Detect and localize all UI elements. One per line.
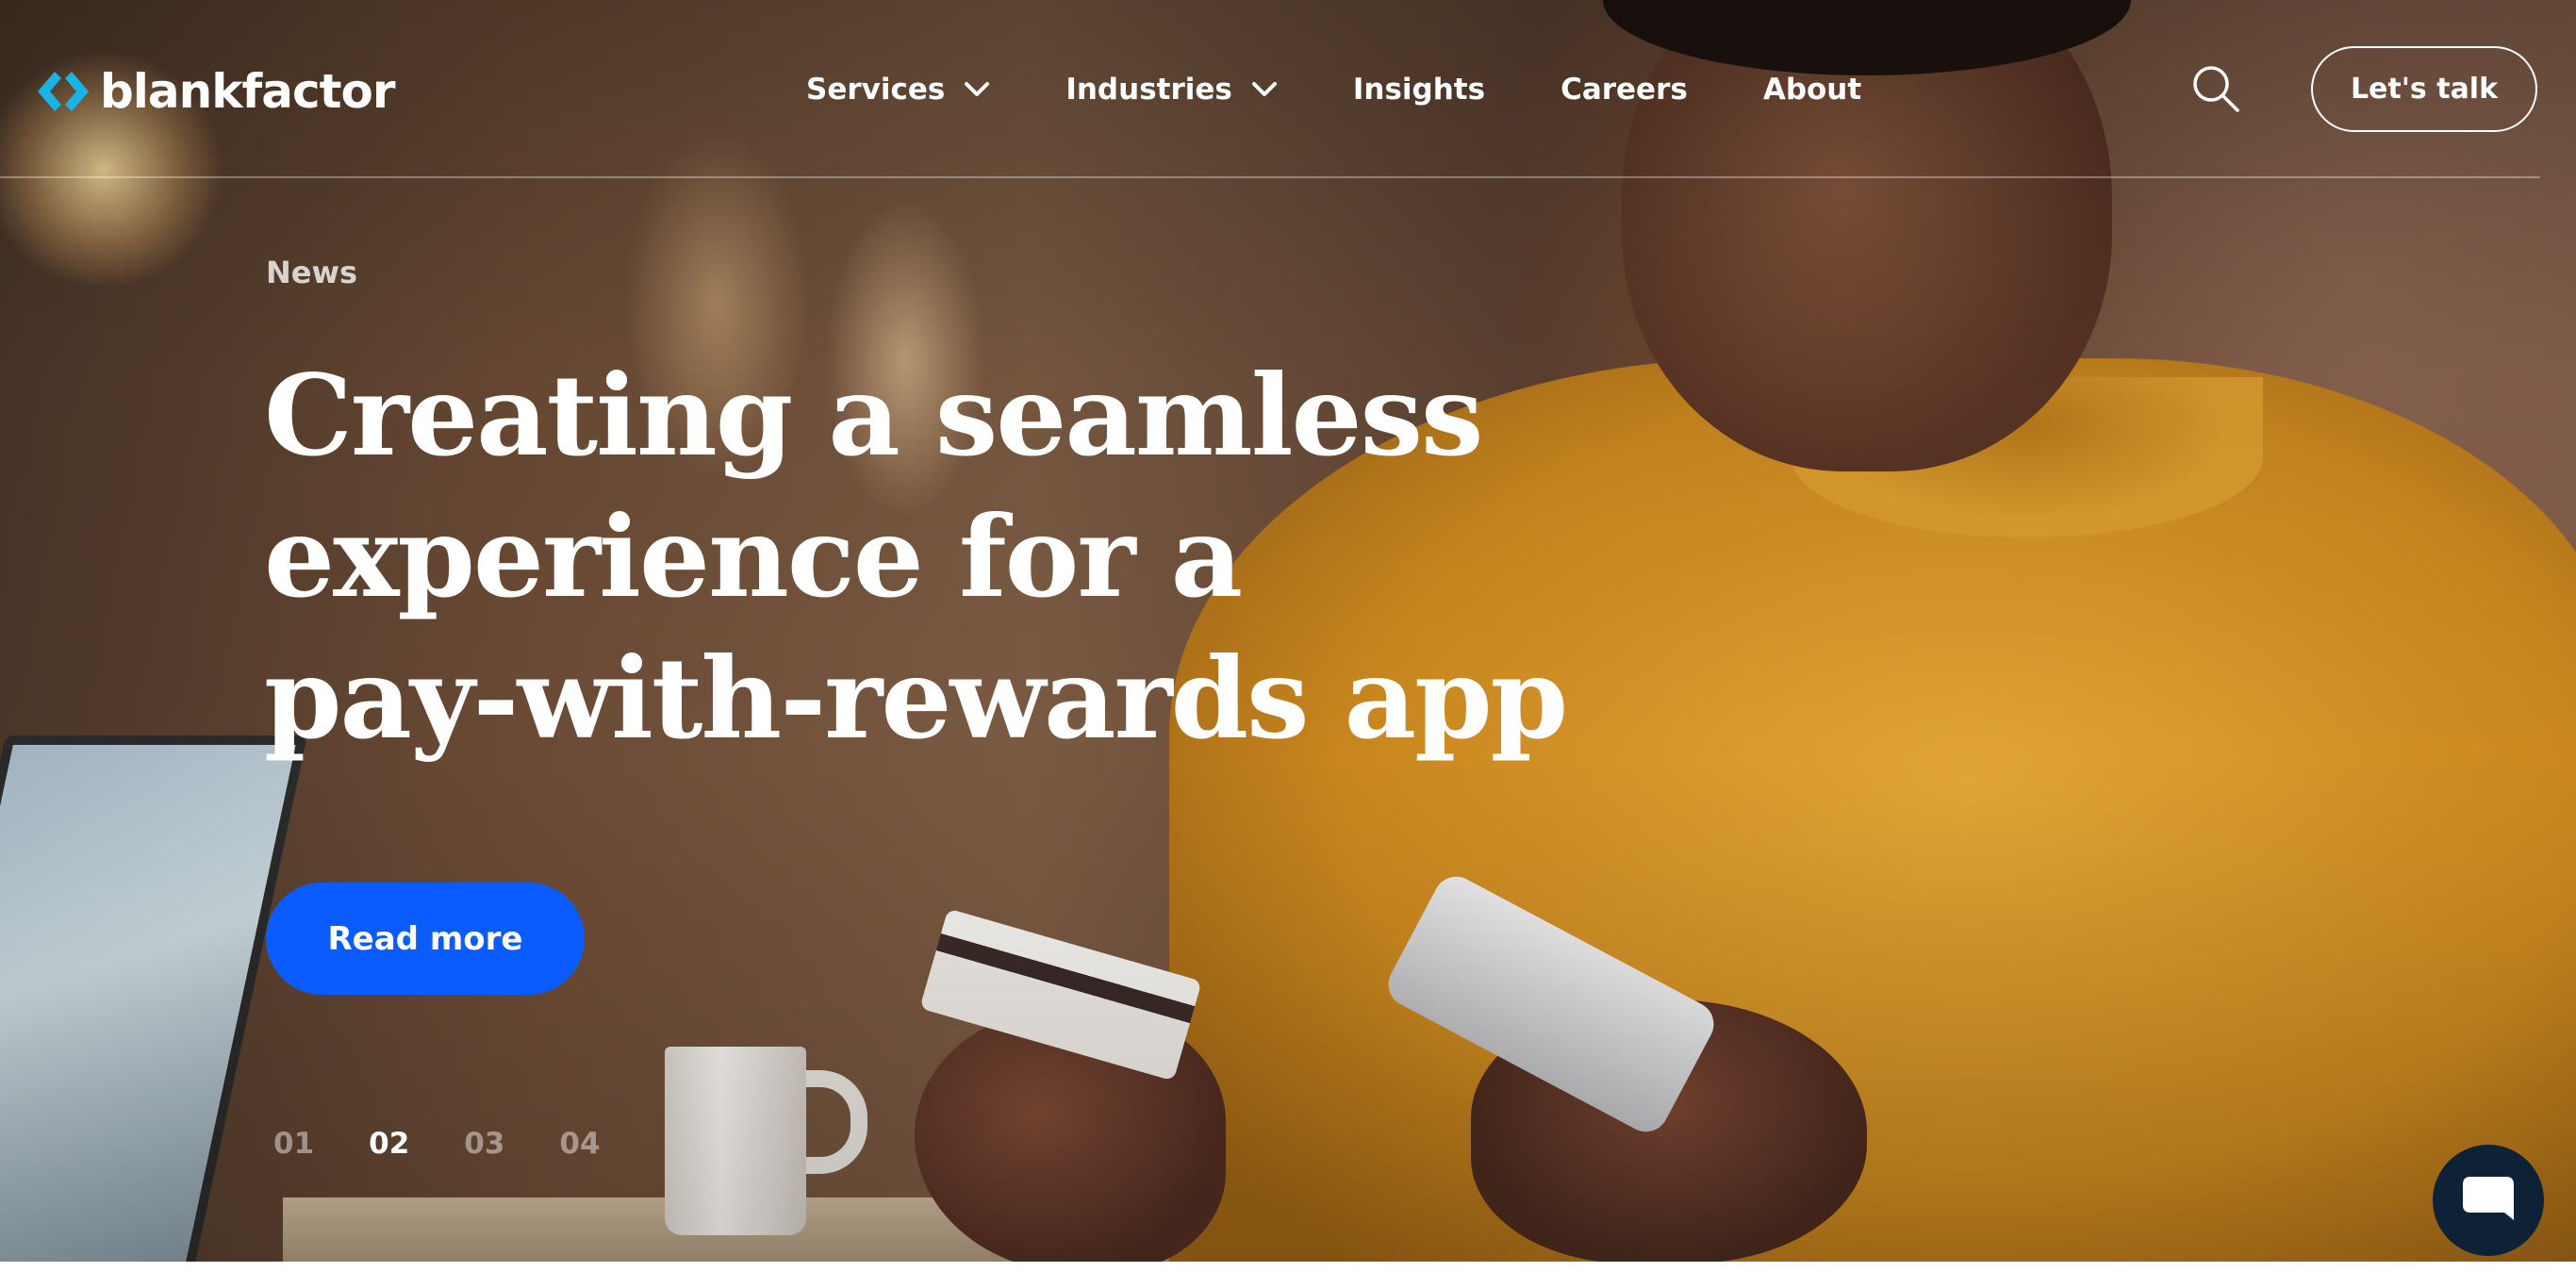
mug-handle-image — [792, 1070, 867, 1174]
logo-text: blankfactor — [100, 64, 396, 119]
brand-logo[interactable]: blankfactor — [36, 58, 396, 124]
hero-headline: Creating a seamless experience for a pay… — [264, 345, 1678, 769]
nav-item-careers[interactable]: Careers — [1560, 73, 1688, 107]
hand-image — [915, 1009, 1226, 1262]
nav-item-label: Industries — [1065, 73, 1232, 107]
read-more-button[interactable]: Read more — [266, 883, 585, 995]
hero-content: News Creating a seamless experience for … — [264, 255, 1678, 769]
nav-item-label: Services — [806, 73, 946, 107]
credit-card-image — [919, 908, 1202, 1082]
nav-item-label: Insights — [1352, 73, 1486, 107]
nav-item-label: Careers — [1560, 73, 1688, 107]
search-button[interactable] — [2189, 62, 2242, 115]
header-divider — [0, 176, 2540, 178]
headline-line: pay-with-rewards app — [264, 633, 1568, 764]
slide-pager: 01 02 03 04 — [273, 1127, 655, 1161]
collar-image — [1792, 377, 2263, 537]
search-icon — [2193, 66, 2239, 112]
chat-button[interactable] — [2433, 1145, 2544, 1256]
nav-item-label: About — [1762, 73, 1862, 107]
chevron-down-icon — [1251, 82, 1277, 96]
nav-item-industries[interactable]: Industries — [1065, 73, 1278, 107]
lets-talk-button[interactable]: Let's talk — [2311, 46, 2537, 132]
nav-item-services[interactable]: Services — [806, 73, 990, 107]
nav-item-insights[interactable]: Insights — [1353, 73, 1485, 107]
hand-image — [1471, 999, 1867, 1262]
chevron-down-icon — [965, 82, 990, 96]
pager-item-04[interactable]: 04 — [559, 1127, 600, 1161]
pager-item-03[interactable]: 03 — [464, 1127, 504, 1161]
mug-image — [665, 1047, 806, 1235]
headline-line: experience for a — [264, 491, 1243, 622]
nav-item-about[interactable]: About — [1763, 73, 1861, 107]
laptop-image — [0, 735, 307, 1262]
hero-eyebrow: News — [266, 255, 358, 290]
chat-bubble-icon — [2463, 1177, 2514, 1220]
pager-item-02[interactable]: 02 — [369, 1127, 409, 1161]
table-image — [283, 1197, 1603, 1262]
logo-mark-icon — [38, 72, 89, 111]
main-nav: Services Industries Insights Careers Abo… — [806, 64, 1861, 115]
phone-image — [1380, 868, 1722, 1140]
site-header: blankfactor Services Industries Insights… — [0, 0, 2576, 179]
headline-line: Creating a seamless — [264, 350, 1483, 481]
pager-item-01[interactable]: 01 — [273, 1127, 314, 1161]
